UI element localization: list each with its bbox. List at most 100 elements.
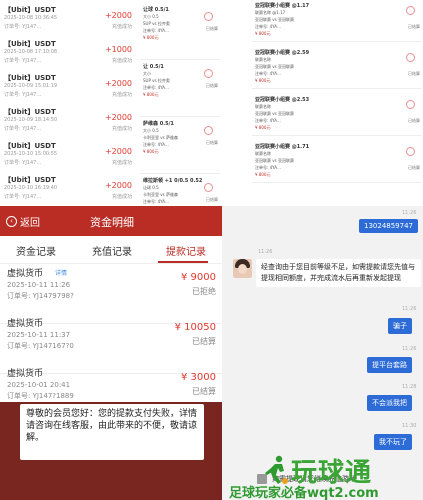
bet-card[interactable]: 维拉斯顿 +1 0/0.5 0.52 让球 0.5 卡利亚里 vs 萨维森 注单号: …: [140, 175, 220, 205]
bet-card[interactable]: 萨维森 0.5/1 大小 0.5 卡利亚里 vs 萨维森 注单号: 4YA… ¥ 800…: [140, 118, 220, 174]
settled-stamp-icon: [204, 12, 213, 21]
bet-card[interactable]: 让 0.5/1 大小 SUP vs 拉齐奥 注单号: 4YA… ¥ 800元 已结算: [140, 61, 220, 117]
bet-status: 已结算: [408, 24, 420, 29]
bet-card[interactable]: 亚冠联赛小组赛 @1.17 联赛名称 @1.17 亚冠联赛 vs 亚冠联赛 注单号: …: [252, 0, 422, 42]
record-detail-link[interactable]: 详情: [55, 268, 67, 277]
bet-amount: ¥ 800元: [255, 78, 271, 83]
settled-stamp-icon: [406, 147, 415, 156]
chat-message-agent: 如需提现请您继续充值游戏: [272, 475, 356, 483]
bet-line: 卡利亚里 vs 萨维森: [143, 135, 178, 140]
chat-message-user: 我不玩了: [374, 434, 412, 450]
bet-card[interactable]: 亚冠联赛小组赛 @2.53 联赛名称 亚冠联赛 vs 亚冠联赛 注单号: 4YA… ¥ …: [252, 94, 422, 136]
back-button[interactable]: ‹ 返回: [6, 214, 40, 229]
settled-stamp-icon: [406, 100, 415, 109]
bet-title: 维拉斯顿 +1 0/0.5 0.52: [143, 178, 203, 184]
deposit-row[interactable]: 【Ubit】USDT 2025-10-10 16:19:40 订单号: YJ147……: [0, 172, 136, 205]
record-status: 已拒绝: [192, 287, 216, 296]
bet-line: SUP vs 拉齐奥: [143, 78, 170, 83]
message-time: 11:28: [402, 384, 417, 390]
bet-line: 亚冠联赛 vs 亚冠联赛: [255, 111, 294, 116]
bet-records-panel-middle: 让球 0.5/1 大小 0.5 SUP vs 拉齐奥 注单号: 4YA… ¥ 800元已…: [137, 0, 221, 205]
bet-card[interactable]: 亚冠联赛小组赛 @2.59 联赛名称亚冠联赛 vs 亚冠联赛 注单号: 4YA… ¥ …: [252, 47, 422, 89]
bet-status: 已结算: [408, 71, 420, 76]
bet-line: 卡利亚里 vs 萨维森: [143, 192, 178, 197]
bet-line: 大小 0.5: [143, 14, 159, 19]
deposit-time: 2025-10-09 18:14:50: [4, 117, 58, 123]
tab-fund-records[interactable]: 资金记录: [16, 243, 56, 258]
deposit-order: 订单号: YJ147…: [4, 160, 42, 166]
chat-message-user: 骗子: [388, 318, 412, 334]
bet-title: 亚冠联赛小组赛 @2.53: [255, 97, 310, 103]
deposit-amount: +2000: [104, 181, 132, 190]
record-time: 2025-10-11 11:37: [7, 331, 71, 339]
bet-amount: ¥ 800元: [255, 125, 271, 130]
bet-title: 让球 0.5/1: [143, 7, 169, 13]
settled-stamp-icon: [204, 126, 213, 135]
deposit-row[interactable]: 【Ubit】USDT 2025-10-08 10:36:45 订单号: YJ147……: [0, 2, 136, 36]
bet-order: 注单号: 4YA…: [255, 71, 282, 76]
record-status: 已结算: [192, 387, 216, 396]
bet-status: 已结算: [206, 26, 218, 31]
bet-order: 注单号: 4YA…: [143, 28, 170, 33]
record-amount: ¥ 10050: [174, 322, 216, 333]
bet-status: 已结算: [206, 83, 218, 88]
bet-line: 亚冠联赛 vs 亚冠联赛: [255, 17, 294, 22]
deposit-title: 【Ubit】USDT: [4, 6, 56, 14]
message-time: 11:26: [402, 210, 417, 216]
bet-order: 注单号: 4YA…: [255, 118, 282, 123]
deposit-title: 【Ubit】USDT: [4, 74, 56, 82]
record-title: 虚拟货币: [7, 319, 44, 329]
bet-amount: ¥ 800元: [143, 149, 159, 154]
bet-line: 让球 0.5: [143, 185, 159, 190]
deposit-row[interactable]: 【Ubit】USDT 2025-10-09 18:14:50 订单号: YJ147……: [0, 104, 136, 138]
deposit-row[interactable]: 【Ubit】USDT 2025-10-10 15:00:55 订单号: YJ147……: [0, 138, 136, 172]
fund-details-panel: ‹ 返回 资金明细 资金记录 充值记录 提款记录 虚拟货币 详情 2025-10…: [0, 206, 222, 500]
bet-line: 联赛名称: [255, 57, 271, 62]
deposit-status: 充值成功: [111, 92, 132, 98]
bet-amount: ¥ 800元: [143, 92, 159, 97]
tab-withdraw-records[interactable]: 提款记录: [166, 243, 206, 258]
chat-message-agent: 经查询由于您目前等级不足，如需提款请您先值与提现相同额度，并完成流水后再重新发起…: [256, 259, 421, 287]
back-label: 返回: [20, 218, 40, 229]
message-time: 11:26: [402, 306, 417, 312]
deposit-title: 【Ubit】USDT: [4, 176, 56, 184]
record-amount: ¥ 3000: [181, 372, 216, 383]
settled-stamp-icon: [204, 69, 213, 78]
settled-stamp-icon: [204, 183, 213, 192]
bet-amount: ¥ 800元: [255, 172, 271, 177]
bet-order: 注单号: 4YA…: [255, 24, 282, 29]
deposit-row[interactable]: 【Ubit】USDT 2025-10-09 15:01:19 订单号: YJ147……: [0, 70, 136, 104]
settled-stamp-icon: [406, 53, 415, 62]
deposit-row[interactable]: 【Ubit】USDT 2025-10-08 17:10:08 订单号: YJ147……: [0, 36, 136, 70]
bet-card[interactable]: 让球 0.5/1 大小 0.5 SUP vs 拉齐奥 注单号: 4YA… ¥ 800元 已…: [140, 4, 220, 60]
bet-records-panel-right: 亚冠联赛小组赛 @1.17 联赛名称 @1.17 亚冠联赛 vs 亚冠联赛 注单号: …: [222, 0, 423, 205]
bet-title: 萨维森 0.5/1: [143, 121, 174, 127]
deposit-list-panel: 【Ubit】USDT 2025-10-08 10:36:45 订单号: YJ147……: [0, 0, 136, 205]
bet-title: 亚冠联赛小组赛 @2.59: [255, 50, 310, 56]
support-chat-panel: 11:26 13024859747 11:26 经查询由于您目前等级不足，如需提…: [222, 206, 423, 500]
record-title: 虚拟货币: [7, 269, 44, 279]
deposit-amount: +2000: [104, 147, 132, 156]
chat-message-user: 不会派我把: [367, 395, 412, 411]
settled-stamp-icon: [406, 6, 415, 15]
deposit-status: 充值成功: [111, 58, 132, 64]
deposit-amount: +2000: [104, 79, 132, 88]
fund-header: ‹ 返回 资金明细: [0, 206, 222, 236]
deposit-order: 订单号: YJ147…: [4, 58, 42, 64]
bet-card[interactable]: 亚冠联赛小组赛 @1.71 联赛名称 亚冠联赛 vs 亚冠联赛 注单号: 4YA… ¥ …: [252, 141, 422, 183]
bet-line: SUP vs 拉齐奥: [143, 21, 170, 26]
deposit-status: 充值成功: [111, 126, 132, 132]
bet-order: 注单号: 4YA…: [255, 165, 282, 170]
message-time: 11:26: [402, 346, 417, 352]
deposit-time: 2025-10-09 15:01:19: [4, 83, 58, 89]
message-time: 11:30: [402, 423, 417, 429]
tab-deposit-records[interactable]: 充值记录: [92, 243, 132, 258]
deposit-amount: +1000: [104, 45, 132, 54]
bet-line: 亚冠联赛 vs 亚冠联赛: [255, 64, 294, 69]
record-order: 订单号: YJ147?1889: [7, 392, 74, 400]
bet-amount: ¥ 800元: [143, 35, 159, 40]
deposit-title: 【Ubit】USDT: [4, 142, 56, 150]
deposit-status: 充值成功: [111, 24, 132, 30]
bet-line: 大小: [143, 71, 151, 76]
bet-order: 注单号: 4YA…: [143, 142, 170, 147]
